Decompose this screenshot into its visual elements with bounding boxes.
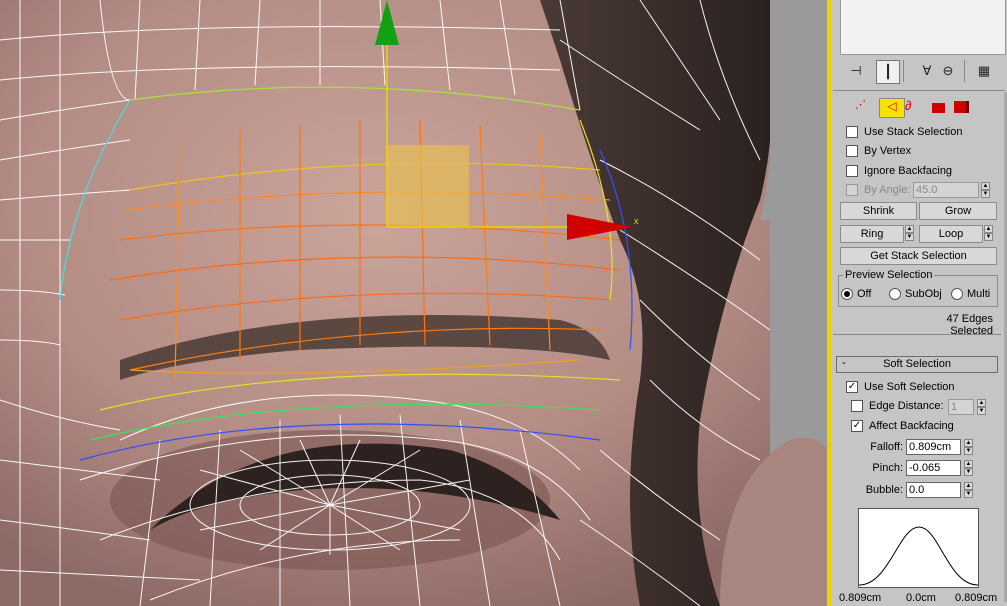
checkbox-box <box>846 165 858 177</box>
pinch-label: Pinch: <box>872 462 903 474</box>
by-angle-spinner[interactable]: ▲ ▼ <box>981 182 990 198</box>
show-end-result-icon[interactable]: ┃ <box>876 60 900 84</box>
pin-stack-icon[interactable]: ⊣ <box>845 60 867 82</box>
pinch-field[interactable]: -0.065 <box>906 460 961 476</box>
falloff-field[interactable]: 0.809cm <box>906 439 961 455</box>
make-unique-icon[interactable]: ∀ <box>916 60 938 82</box>
affect-backfacing-checkbox[interactable]: ✓ Affect Backfacing <box>851 418 954 434</box>
curve-left-label: 0.809cm <box>839 592 882 604</box>
vertex-level-icon[interactable]: ⋰ <box>855 98 866 112</box>
loop-spinner[interactable]: ▲ ▼ <box>984 225 993 241</box>
element-level-icon[interactable] <box>954 101 969 113</box>
modifier-stack-list[interactable] <box>840 0 1006 55</box>
use-stack-selection-checkbox[interactable]: Use Stack Selection <box>846 124 962 140</box>
curve-right-label: 0.809cm <box>955 592 998 604</box>
checkbox-box <box>846 184 858 196</box>
gizmo-x-label: x <box>634 216 639 226</box>
bubble-label: Bubble: <box>865 484 903 496</box>
viewport-render[interactable]: x <box>0 0 831 606</box>
edge-distance-field[interactable]: 1 <box>948 399 974 415</box>
preview-multi-radio[interactable]: Multi <box>951 286 990 302</box>
configure-modifier-sets-icon[interactable]: ▦ <box>973 60 995 82</box>
radio-dot <box>951 288 963 300</box>
border-level-icon[interactable]: ∂ <box>905 98 919 114</box>
falloff-curve <box>858 526 979 586</box>
preview-off-radio[interactable]: Off <box>841 286 871 302</box>
by-angle-field[interactable]: 45.0 <box>913 182 979 198</box>
pinch-spinner[interactable]: ▲ ▼ <box>964 460 973 476</box>
by-angle-checkbox[interactable]: By Angle: <box>846 182 910 198</box>
remove-modifier-icon[interactable]: ⊖ <box>938 60 958 82</box>
loop-button[interactable]: Loop <box>919 225 983 243</box>
edge-distance-spinner[interactable]: ▲ ▼ <box>977 399 986 415</box>
falloff-label: Falloff: <box>870 441 903 453</box>
edge-distance-checkbox[interactable]: Edge Distance: <box>851 398 944 414</box>
edge-level-icon[interactable]: ◁ <box>879 98 905 118</box>
use-soft-selection-checkbox[interactable]: ✓ Use Soft Selection <box>846 379 955 395</box>
ignore-backfacing-checkbox[interactable]: Ignore Backfacing <box>846 163 952 179</box>
polygon-level-icon[interactable] <box>932 103 945 113</box>
viewport[interactable]: x <box>0 0 831 606</box>
checkbox-box <box>851 400 863 412</box>
curve-center-label: 0.0cm <box>906 592 936 604</box>
bubble-field[interactable]: 0.0 <box>906 482 961 498</box>
checkbox-box: ✓ <box>851 420 863 432</box>
get-stack-selection-button[interactable]: Get Stack Selection <box>840 247 997 265</box>
radio-dot <box>889 288 901 300</box>
ring-button[interactable]: Ring <box>840 225 904 243</box>
grow-button[interactable]: Grow <box>919 202 997 220</box>
radio-dot <box>841 288 853 300</box>
falloff-spinner[interactable]: ▲ ▼ <box>964 439 973 455</box>
soft-selection-title: Soft Selection <box>883 358 951 370</box>
checkbox-box <box>846 126 858 138</box>
gizmo-plane-handle <box>387 145 469 227</box>
falloff-curve-graph <box>858 508 979 588</box>
command-panel: ⊣ ┃ ∀ ⊖ ▦ ⋰ ◁ ∂ Use Stack Selection By V… <box>831 0 1007 606</box>
checkbox-box <box>846 145 858 157</box>
soft-selection-rollout-header[interactable]: - Soft Selection <box>836 356 998 373</box>
by-vertex-checkbox[interactable]: By Vertex <box>846 143 911 159</box>
checkbox-box: ✓ <box>846 381 858 393</box>
bubble-spinner[interactable]: ▲ ▼ <box>964 482 973 498</box>
shrink-button[interactable]: Shrink <box>840 202 917 220</box>
preview-selection-title: Preview Selection <box>843 269 935 281</box>
preview-subobj-radio[interactable]: SubObj <box>889 286 942 302</box>
ring-spinner[interactable]: ▲ ▼ <box>905 225 914 241</box>
